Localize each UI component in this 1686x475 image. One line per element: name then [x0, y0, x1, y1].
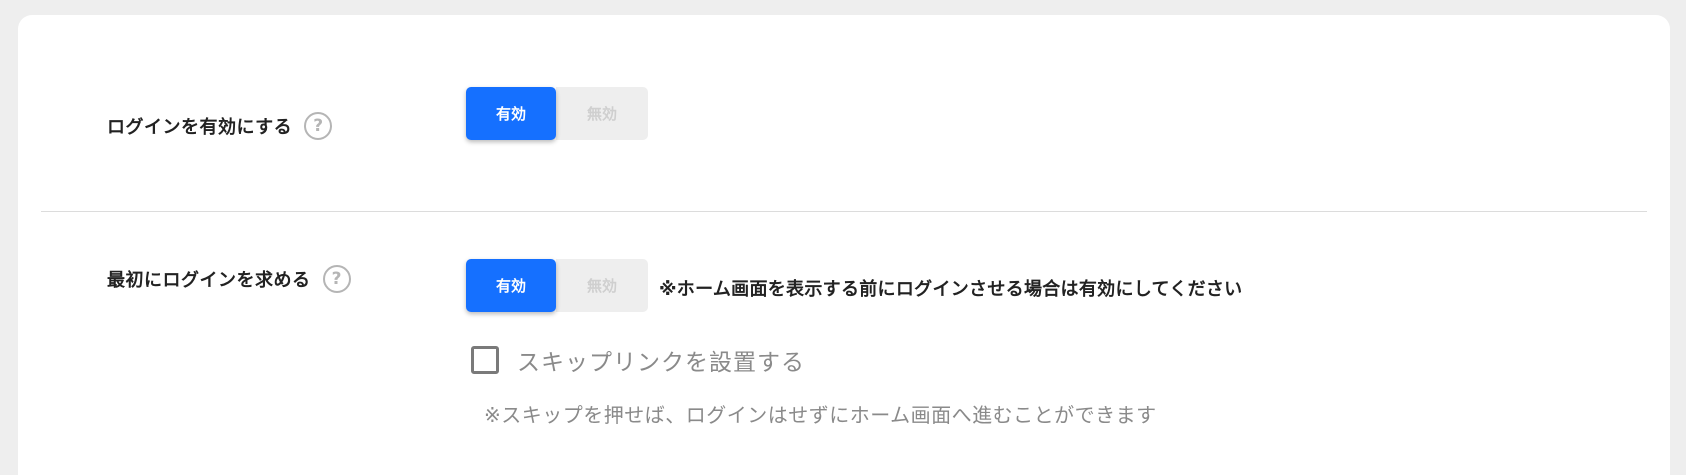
require-login-label: 最初にログインを求める: [107, 270, 311, 291]
login-enabled-label-row: ログインを有効にする ?: [107, 112, 333, 140]
login-enabled-on-button[interactable]: 有効: [466, 87, 556, 140]
require-login-section: 最初にログインを求める ? 有効 無効 ※ホーム画面を表示する前にログインさせる…: [41, 213, 1647, 475]
require-login-off-button[interactable]: 無効: [556, 259, 648, 312]
require-login-toggle: 有効 無効: [466, 259, 648, 312]
require-login-label-row: 最初にログインを求める ?: [107, 265, 351, 293]
skip-link-label[interactable]: スキップリンクを設置する: [517, 343, 805, 377]
skip-link-checkbox-row[interactable]: スキップリンクを設置する: [471, 343, 805, 377]
skip-link-checkbox[interactable]: [471, 346, 499, 374]
help-icon[interactable]: ?: [322, 265, 351, 293]
skip-link-note: ※スキップを押せば、ログインはせずにホーム画面へ進むことができます: [484, 403, 1157, 427]
require-login-note: ※ホーム画面を表示する前にログインさせる場合は有効にしてください: [659, 279, 1243, 300]
login-enabled-off-button[interactable]: 無効: [556, 87, 648, 140]
login-enabled-toggle: 有効 無効: [466, 87, 648, 140]
login-enabled-label: ログインを有効にする: [107, 117, 293, 138]
settings-card: ログインを有効にする ? 有効 無効 最初にログインを求める ? 有効 無効 ※…: [18, 15, 1670, 475]
require-login-on-button[interactable]: 有効: [466, 259, 556, 312]
help-icon[interactable]: ?: [304, 112, 333, 140]
login-enabled-section: ログインを有効にする ? 有効 無効: [41, 15, 1647, 212]
